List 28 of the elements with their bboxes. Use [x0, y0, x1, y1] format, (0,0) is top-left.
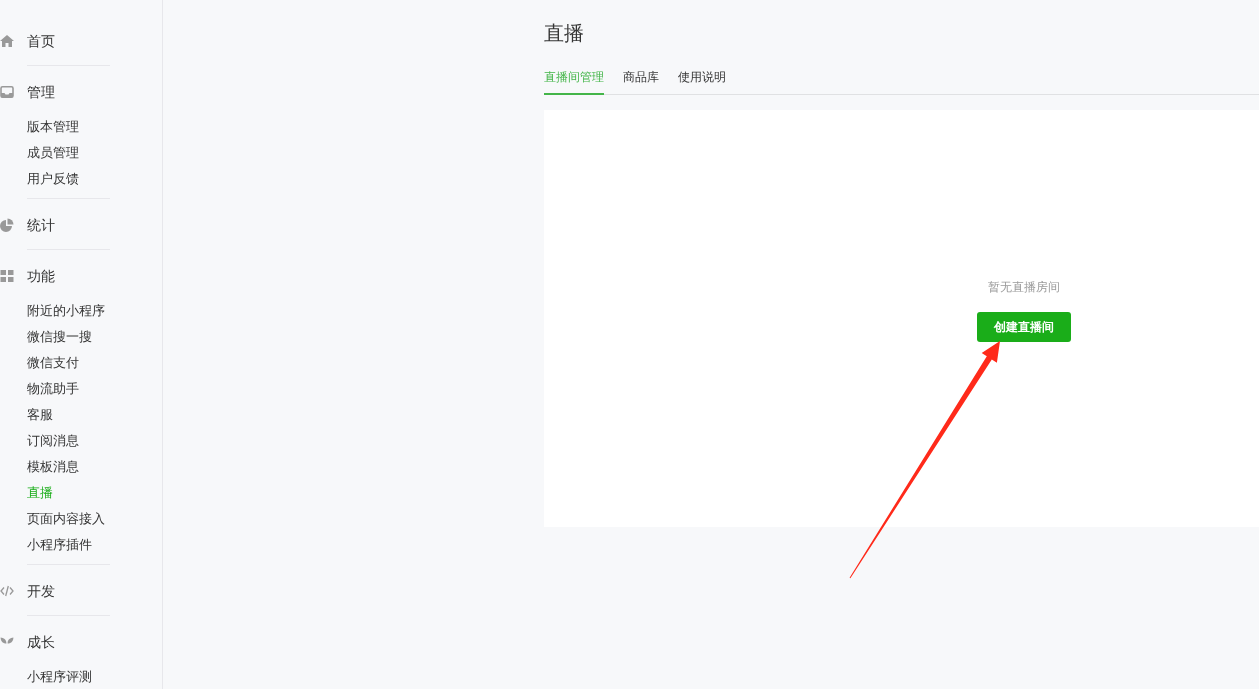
- nav-item[interactable]: 小程序评测: [27, 664, 92, 689]
- nav-item[interactable]: 模板消息: [27, 454, 79, 480]
- inbox-icon: [0, 85, 14, 99]
- nav-item[interactable]: 微信支付: [27, 350, 79, 376]
- empty-message: 暂无直播房间: [988, 279, 1060, 296]
- nav-item[interactable]: 小程序插件: [27, 532, 92, 558]
- pie-chart-icon: [0, 218, 14, 232]
- nav-item[interactable]: 附近的小程序: [27, 298, 105, 324]
- nav-item[interactable]: 页面内容接入: [27, 506, 105, 532]
- nav-heading[interactable]: 管理: [0, 66, 55, 116]
- nav-item[interactable]: 用户反馈: [27, 166, 79, 192]
- tab[interactable]: 使用说明: [678, 69, 726, 95]
- nav-item[interactable]: 客服: [27, 402, 53, 428]
- tab[interactable]: 商品库: [623, 69, 659, 95]
- nav-heading[interactable]: 首页: [0, 15, 55, 65]
- nav-item[interactable]: 物流助手: [27, 376, 79, 402]
- grid-icon: [0, 269, 14, 283]
- nav-heading[interactable]: 统计: [0, 199, 55, 249]
- page-title: 直播: [544, 20, 584, 47]
- nav-heading[interactable]: 开发: [0, 565, 55, 615]
- home-icon: [0, 34, 14, 48]
- code-icon: [0, 584, 14, 598]
- nav-item[interactable]: 版本管理: [27, 114, 79, 140]
- nav-item[interactable]: 订阅消息: [27, 428, 79, 454]
- nav-item[interactable]: 成员管理: [27, 140, 79, 166]
- nav-item[interactable]: 微信搜一搜: [27, 324, 92, 350]
- nav-heading[interactable]: 功能: [0, 250, 55, 300]
- nav-heading[interactable]: 成长: [0, 616, 55, 666]
